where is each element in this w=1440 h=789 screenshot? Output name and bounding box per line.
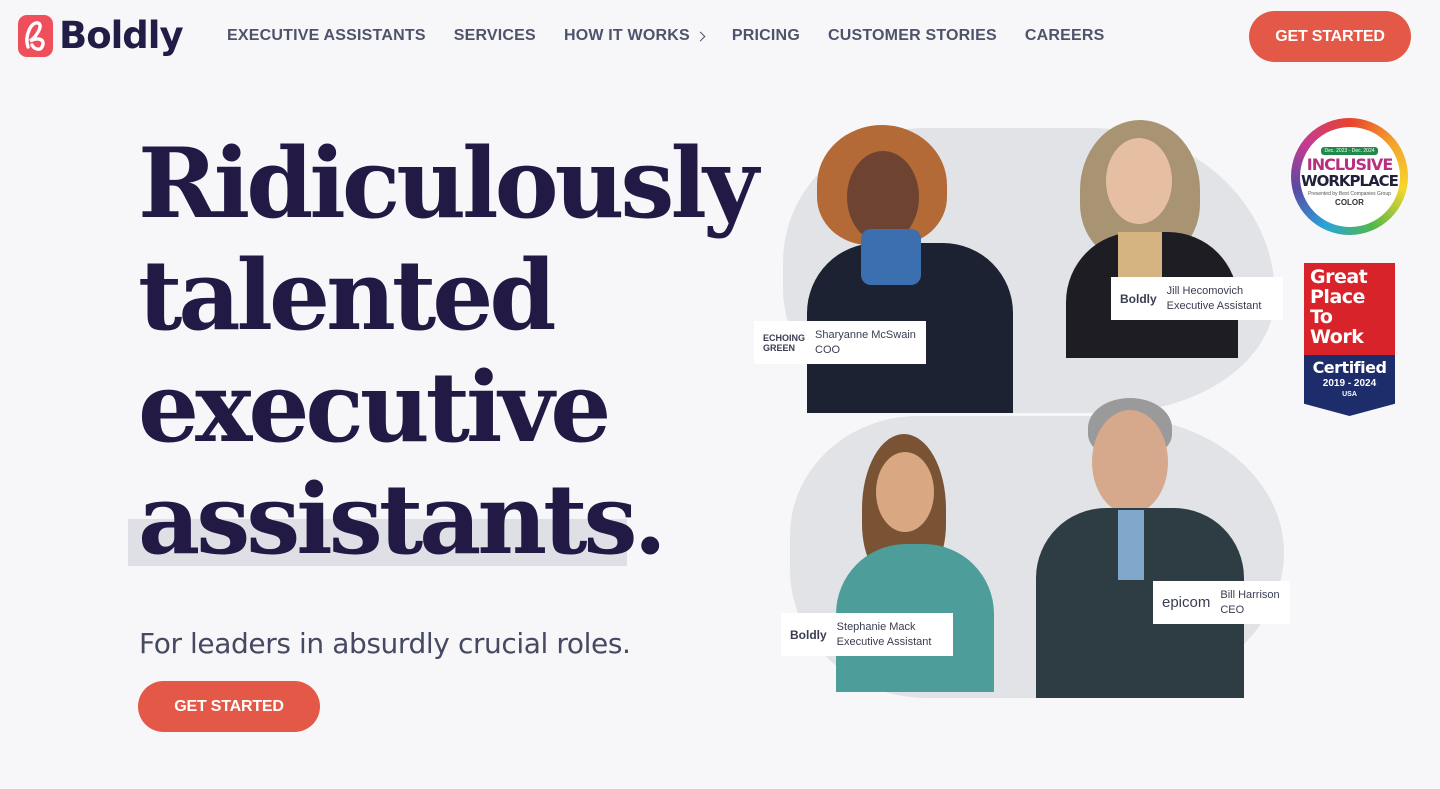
person-info: Jill Hecomovich Executive Assistant	[1167, 284, 1262, 314]
person-info: Stephanie Mack Executive Assistant	[837, 620, 932, 650]
badge-line1: INCLUSIVE	[1306, 154, 1393, 174]
nav-label: SERVICES	[453, 27, 536, 44]
nav-careers[interactable]: CAREERS	[1025, 27, 1105, 45]
nav-customer-stories[interactable]: CUSTOMER STORIES	[828, 27, 997, 45]
person-info: Bill Harrison CEO	[1220, 588, 1279, 618]
person-card: Boldly Stephanie Mack Executive Assistant	[781, 613, 953, 656]
gptw-title: Great Place To Work	[1304, 263, 1395, 355]
person-role: Executive Assistant	[836, 635, 932, 648]
logo-text: Boldly	[59, 14, 184, 57]
person-photo-jill	[1062, 120, 1242, 358]
person-card: epicom Bill Harrison CEO	[1153, 581, 1290, 624]
company-logo: Boldly	[790, 627, 827, 642]
badge-inner: Dec. 2023 - Dec. 2024 INCLUSIVE WORKPLAC…	[1299, 126, 1400, 227]
person-name: Bill Harrison	[1220, 588, 1280, 601]
nav-label: EXECUTIVE ASSISTANTS	[227, 27, 426, 44]
person-card: Boldly Jill Hecomovich Executive Assistan…	[1111, 277, 1283, 320]
great-place-to-work-badge: Great Place To Work Certified 2019 - 202…	[1304, 263, 1395, 416]
face	[1106, 138, 1172, 224]
person-name: Sharyanne McSwain	[815, 328, 916, 341]
person-role: CEO	[1220, 603, 1245, 616]
person-role: COO	[815, 343, 841, 356]
person-name: Stephanie Mack	[836, 620, 916, 633]
company-logo: epicom	[1162, 594, 1211, 611]
nav-label: HOW IT WORKS	[563, 27, 690, 44]
nav-how-it-works[interactable]: HOW IT WORKS	[563, 27, 706, 45]
nav-label: CUSTOMER STORIES	[827, 27, 997, 44]
nav-label: PRICING	[731, 27, 800, 44]
headline-line: assistants.	[138, 463, 667, 576]
chevron-right-icon	[695, 31, 706, 42]
person-photo-sharyanne	[805, 125, 1015, 413]
nav-executive-assistants[interactable]: EXECUTIVE ASSISTANTS	[227, 27, 426, 45]
gptw-certified: Certified	[1312, 358, 1387, 377]
person-role: Executive Assistant	[1166, 299, 1262, 312]
nav-services[interactable]: SERVICES	[454, 27, 536, 45]
badge-line2: WORKPLACE	[1301, 171, 1399, 190]
person-name: Jill Hecomovich	[1166, 284, 1244, 297]
gptw-country: USA	[1342, 391, 1357, 398]
inclusive-workplace-badge: Dec. 2023 - Dec. 2024 INCLUSIVE WORKPLAC…	[1291, 118, 1408, 235]
boldly-b-icon	[18, 14, 53, 57]
person-photo-bill	[1036, 398, 1244, 698]
boldly-logo[interactable]: Boldly	[18, 14, 184, 57]
scarf	[861, 229, 921, 285]
badge-dates: Dec. 2023 - Dec. 2024	[1321, 146, 1378, 155]
site-header: Boldly EXECUTIVE ASSISTANTS SERVICES HOW…	[0, 0, 1440, 74]
person-info: Sharyanne McSwain COO	[815, 328, 916, 358]
gptw-certified-panel: Certified 2019 - 2024 USA	[1304, 355, 1395, 416]
nav-pricing[interactable]: PRICING	[732, 27, 800, 45]
header-get-started-button[interactable]: GET STARTED	[1249, 11, 1411, 62]
hero-get-started-button[interactable]: GET STARTED	[138, 681, 320, 732]
badge-brand: COLOR	[1335, 197, 1364, 207]
face	[1092, 410, 1168, 514]
nav-label: CAREERS	[1024, 27, 1105, 44]
hero-headline: Ridiculously talented executive assistan…	[138, 127, 759, 576]
company-logo: Boldly	[1120, 291, 1157, 306]
face	[876, 452, 934, 532]
person-card: ECHOING GREEN Sharyanne McSwain COO	[754, 321, 926, 364]
badge-presented: Presented by Best Companies Group	[1308, 190, 1391, 197]
shirt	[1118, 510, 1144, 580]
gptw-years: 2019 - 2024	[1322, 378, 1377, 389]
company-logo: ECHOING GREEN	[763, 332, 806, 353]
headline-line: talented	[138, 239, 556, 352]
hero-subheadline: For leaders in absurdly crucial roles.	[139, 627, 631, 660]
headline-line: Ridiculously	[138, 127, 759, 240]
main-nav: EXECUTIVE ASSISTANTS SERVICES HOW IT WOR…	[227, 27, 1104, 45]
headline-line: executive	[138, 351, 611, 464]
